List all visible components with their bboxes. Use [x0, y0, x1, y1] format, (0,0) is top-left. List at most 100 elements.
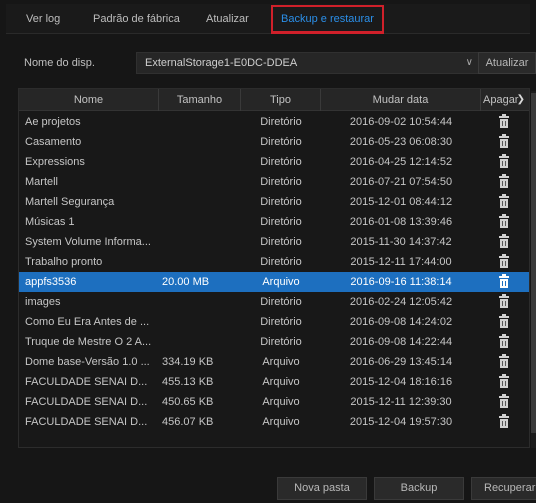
table-row[interactable]: FACULDADE SENAI D... 450.65 KB Arquivo 2015…	[19, 392, 529, 412]
file-type-cell: Arquivo	[262, 276, 300, 288]
file-size-cell: 20.00 MB	[162, 276, 210, 288]
table-row[interactable]: FACULDADE SENAI D... 456.07 KB Arquivo 2015…	[19, 412, 529, 432]
table-row[interactable]: FACULDADE SENAI D... 455.13 KB Arquivo 2015…	[19, 372, 529, 392]
file-date-cell: 2016-02-24 12:05:42	[349, 296, 453, 308]
file-size-cell	[162, 232, 240, 252]
file-size-cell	[162, 292, 240, 312]
table-row[interactable]: Como Eu Era Antes de ... Diretório 2016-09…	[19, 312, 529, 332]
file-date-cell: 2015-12-01 08:44:12	[349, 196, 453, 208]
table-header: Nome Tamanho Tipo Mudar data Apagar ❯	[19, 89, 529, 111]
file-name-cell: Músicas 1	[25, 216, 75, 228]
file-date-cell: 2015-12-11 17:44:00	[350, 256, 452, 268]
file-type-cell: Diretório	[260, 236, 302, 248]
file-date-cell: 2016-05-23 06:08:30	[349, 136, 453, 148]
trash-icon[interactable]	[499, 274, 509, 288]
table-scrollbar[interactable]	[531, 91, 536, 448]
file-size-cell	[162, 332, 240, 352]
backup-restore-window: Ver log Padrão de fábrica Atualizar Back…	[0, 0, 536, 503]
file-name-cell: Trabalho pronto	[25, 256, 103, 268]
trash-icon[interactable]	[499, 414, 509, 428]
column-header-type[interactable]: Tipo	[241, 89, 321, 111]
column-header-delete[interactable]: Apagar ❯	[481, 89, 527, 111]
column-header-name[interactable]: Nome	[19, 89, 159, 111]
delete-cell	[481, 232, 527, 252]
file-size-cell: 334.19 KB	[162, 356, 214, 368]
trash-icon[interactable]	[499, 174, 509, 188]
file-type-cell: Arquivo	[262, 416, 300, 428]
table-row[interactable]: System Volume Informa... Diretório 2015-11…	[19, 232, 529, 252]
delete-cell	[481, 352, 527, 372]
file-date-cell: 2016-09-08 14:22:44	[349, 336, 453, 348]
file-date-cell: 2016-09-02 10:54:44	[349, 116, 453, 128]
file-size-cell	[162, 152, 240, 172]
file-name-cell: Expressions	[25, 156, 85, 168]
table-row[interactable]: Ae projetos Diretório 2016-09-02 10:54:44	[19, 112, 529, 132]
trash-icon[interactable]	[499, 134, 509, 148]
new-folder-button[interactable]: Nova pasta	[277, 477, 367, 500]
column-header-date[interactable]: Mudar data	[321, 89, 481, 111]
tab-backup-restore[interactable]: Backup e restaurar	[271, 5, 384, 34]
file-size-cell: 450.65 KB	[162, 396, 214, 408]
delete-cell	[481, 252, 527, 272]
tab-view-log[interactable]: Ver log	[26, 8, 60, 30]
file-size-cell	[162, 172, 240, 192]
table-row[interactable]: Músicas 1 Diretório 2016-01-08 13:39:46	[19, 212, 529, 232]
table-row[interactable]: Expressions Diretório 2016-04-25 12:14:52	[19, 152, 529, 172]
refresh-button[interactable]: Atualizar	[478, 52, 536, 74]
file-name-cell: Martell Segurança	[25, 196, 115, 208]
tab-factory-default[interactable]: Padrão de fábrica	[93, 8, 180, 30]
restore-button[interactable]: Recuperar	[471, 477, 536, 500]
delete-cell	[481, 192, 527, 212]
file-type-cell: Diretório	[260, 316, 302, 328]
table-row[interactable]: Trabalho pronto Diretório 2015-12-11 17:44…	[19, 252, 529, 272]
trash-icon[interactable]	[499, 334, 509, 348]
table-body: Ae projetos Diretório 2016-09-02 10:54:44 C…	[19, 112, 529, 432]
table-row[interactable]: Dome base-Versão 1.0 ... 334.19 KB Arquivo…	[19, 352, 529, 372]
tab-update[interactable]: Atualizar	[206, 8, 249, 30]
trash-icon[interactable]	[499, 194, 509, 208]
trash-icon[interactable]	[499, 394, 509, 408]
file-size-cell	[162, 212, 240, 232]
file-date-cell: 2016-09-16 11:38:14	[350, 276, 452, 288]
delete-cell	[481, 132, 527, 152]
table-row[interactable]: Casamento Diretório 2016-05-23 06:08:30	[19, 132, 529, 152]
table-row[interactable]: Martell Diretório 2016-07-21 07:54:50	[19, 172, 529, 192]
trash-icon[interactable]	[499, 254, 509, 268]
file-name-cell: FACULDADE SENAI D...	[25, 396, 148, 408]
file-name-cell: FACULDADE SENAI D...	[25, 416, 148, 428]
table-row[interactable]: Truque de Mestre O 2 A... Diretório 2016-0…	[19, 332, 529, 352]
file-size-cell: 455.13 KB	[162, 376, 214, 388]
delete-cell	[481, 312, 527, 332]
table-row[interactable]: appfs3536 20.00 MB Arquivo 2016-09-16 11:38…	[19, 272, 529, 292]
table-row[interactable]: Martell Segurança Diretório 2015-12-01 08:…	[19, 192, 529, 212]
trash-icon[interactable]	[499, 234, 509, 248]
file-size-cell	[162, 112, 240, 132]
file-name-cell: System Volume Informa...	[25, 236, 151, 248]
file-type-cell: Diretório	[260, 216, 302, 228]
file-type-cell: Arquivo	[262, 396, 300, 408]
trash-icon[interactable]	[499, 354, 509, 368]
trash-icon[interactable]	[499, 294, 509, 308]
device-select-value: ExternalStorage1-E0DC-DDEA	[145, 57, 298, 69]
trash-icon[interactable]	[499, 114, 509, 128]
trash-icon[interactable]	[499, 154, 509, 168]
file-date-cell: 2015-12-11 12:39:30	[350, 396, 452, 408]
file-size-cell	[162, 312, 240, 332]
delete-cell	[481, 372, 527, 392]
scrollbar-thumb[interactable]	[531, 93, 536, 433]
backup-button[interactable]: Backup	[374, 477, 464, 500]
file-type-cell: Diretório	[260, 196, 302, 208]
table-row[interactable]: images Diretório 2016-02-24 12:05:42	[19, 292, 529, 312]
file-name-cell: Dome base-Versão 1.0 ...	[25, 356, 150, 368]
trash-icon[interactable]	[499, 314, 509, 328]
device-select[interactable]: ExternalStorage1-E0DC-DDEA ∨	[136, 52, 482, 74]
column-header-delete-label: Apagar	[483, 94, 519, 106]
delete-cell	[481, 392, 527, 412]
trash-icon[interactable]	[499, 214, 509, 228]
trash-icon[interactable]	[499, 374, 509, 388]
file-date-cell: 2016-07-21 07:54:50	[349, 176, 453, 188]
column-header-size[interactable]: Tamanho	[159, 89, 241, 111]
file-size-cell	[162, 252, 240, 272]
delete-cell	[481, 332, 527, 352]
file-name-cell: Truque de Mestre O 2 A...	[25, 336, 152, 348]
